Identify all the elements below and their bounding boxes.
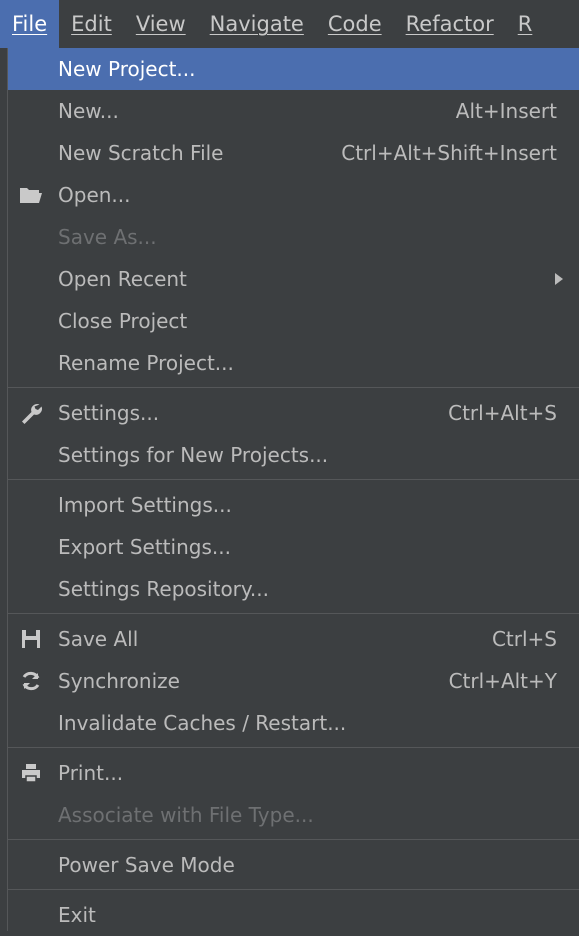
- menu-item-settings[interactable]: Settings... Ctrl+Alt+S: [8, 392, 579, 434]
- menu-code[interactable]: Code: [316, 0, 394, 48]
- menu-file[interactable]: File: [0, 0, 60, 48]
- menu-bar: File Edit View Navigate Code Refactor R: [0, 0, 579, 48]
- menu-item-label: Save As...: [58, 225, 157, 249]
- menu-item-save-as: Save As...: [8, 216, 579, 258]
- menu-separator: [8, 610, 579, 618]
- menu-run-truncated[interactable]: R: [506, 0, 545, 48]
- menu-item-close-project[interactable]: Close Project: [8, 300, 579, 342]
- save-icon: [18, 626, 44, 652]
- menu-item-label: Power Save Mode: [58, 853, 235, 877]
- menu-item-save-all[interactable]: Save All Ctrl+S: [8, 618, 579, 660]
- menu-item-label: Exit: [58, 903, 96, 927]
- printer-icon: [18, 760, 44, 786]
- menu-item-label: Synchronize: [58, 669, 180, 693]
- menu-item-import-settings[interactable]: Import Settings...: [8, 484, 579, 526]
- menu-item-label: Import Settings...: [58, 493, 232, 517]
- menu-item-synchronize[interactable]: Synchronize Ctrl+Alt+Y: [8, 660, 579, 702]
- menu-item-open-recent[interactable]: Open Recent: [8, 258, 579, 300]
- menu-refactor[interactable]: Refactor: [394, 0, 506, 48]
- menu-item-label: Associate with File Type...: [58, 803, 314, 827]
- menu-item-label: Settings Repository...: [58, 577, 269, 601]
- menu-item-label: Export Settings...: [58, 535, 231, 559]
- menu-item-shortcut: Alt+Insert: [455, 99, 557, 123]
- menu-item-open[interactable]: Open...: [8, 174, 579, 216]
- menu-separator: [8, 744, 579, 752]
- menu-item-settings-repository[interactable]: Settings Repository...: [8, 568, 579, 610]
- menu-item-label: New Project...: [58, 57, 196, 81]
- menu-separator: [8, 886, 579, 894]
- menu-item-associate-file-type: Associate with File Type...: [8, 794, 579, 836]
- menu-item-new[interactable]: New... Alt+Insert: [8, 90, 579, 132]
- menu-item-label: Close Project: [58, 309, 188, 333]
- menu-item-export-settings[interactable]: Export Settings...: [8, 526, 579, 568]
- menu-item-new-project[interactable]: New Project...: [8, 48, 579, 90]
- menu-item-label: Open Recent: [58, 267, 187, 291]
- menu-item-shortcut: Ctrl+S: [491, 627, 557, 651]
- menu-item-print[interactable]: Print...: [8, 752, 579, 794]
- menu-separator: [8, 836, 579, 844]
- wrench-icon: [18, 400, 44, 426]
- menu-item-exit[interactable]: Exit: [8, 894, 579, 936]
- menu-edit[interactable]: Edit: [59, 0, 124, 48]
- menu-item-label: New...: [58, 99, 119, 123]
- submenu-arrow-icon: [555, 273, 563, 285]
- menu-item-shortcut: Ctrl+Alt+Y: [448, 669, 557, 693]
- menu-item-label: Save All: [58, 627, 139, 651]
- menu-item-label: Invalidate Caches / Restart...: [58, 711, 347, 735]
- menu-item-invalidate-caches[interactable]: Invalidate Caches / Restart...: [8, 702, 579, 744]
- menu-item-new-scratch-file[interactable]: New Scratch File Ctrl+Alt+Shift+Insert: [8, 132, 579, 174]
- file-menu-dropdown: New Project... New... Alt+Insert New Scr…: [7, 48, 579, 931]
- menu-separator: [8, 384, 579, 392]
- menu-item-label: Open...: [58, 183, 131, 207]
- menu-item-label: Settings for New Projects...: [58, 443, 329, 467]
- menu-item-label: New Scratch File: [58, 141, 224, 165]
- menu-item-rename-project[interactable]: Rename Project...: [8, 342, 579, 384]
- menu-item-label: Settings...: [58, 401, 160, 425]
- menu-item-label: Print...: [58, 761, 124, 785]
- menu-item-power-save-mode[interactable]: Power Save Mode: [8, 844, 579, 886]
- menu-item-shortcut: Ctrl+Alt+S: [448, 401, 557, 425]
- menu-navigate[interactable]: Navigate: [198, 0, 316, 48]
- menu-item-shortcut: Ctrl+Alt+Shift+Insert: [341, 141, 557, 165]
- menu-view[interactable]: View: [124, 0, 198, 48]
- menu-separator: [8, 476, 579, 484]
- sync-icon: [18, 668, 44, 694]
- menu-item-settings-new-projects[interactable]: Settings for New Projects...: [8, 434, 579, 476]
- folder-icon: [18, 182, 44, 208]
- menu-item-label: Rename Project...: [58, 351, 234, 375]
